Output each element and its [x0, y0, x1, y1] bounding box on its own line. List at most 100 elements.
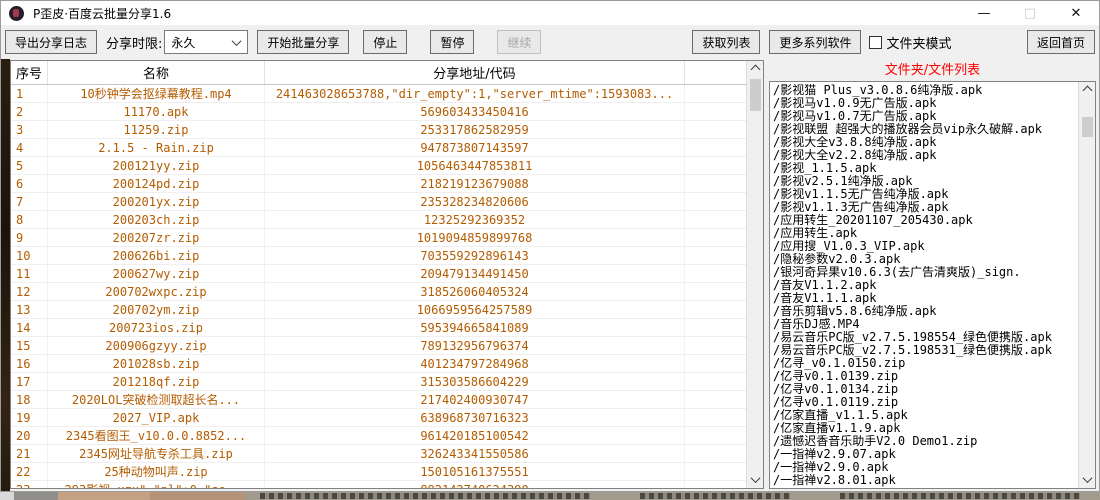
- file-list-scrollbar[interactable]: [1078, 82, 1095, 488]
- table-cell: 401234797284968: [265, 355, 685, 372]
- list-item[interactable]: /影视联盟 超强大的播放器会员vip永久破解.apk: [773, 123, 1078, 136]
- table-cell: 5: [11, 157, 48, 174]
- list-item[interactable]: /影视_1.1.5.apk: [773, 162, 1078, 175]
- file-panel: 文件夹/文件列表 /影视猫 Plus_v3.0.8.6纯净版.apk/影视马v1…: [769, 60, 1096, 489]
- table-row[interactable]: 212345网址导航专杀工具.zip326243341550586: [11, 445, 746, 463]
- close-button[interactable]: ✕: [1053, 1, 1099, 25]
- table-row[interactable]: 192027_VIP.apk638968730716323: [11, 409, 746, 427]
- table-row[interactable]: 9200207zr.zip1019094859899768: [11, 229, 746, 247]
- table-row[interactable]: 16201028sb.zip401234797284968: [11, 355, 746, 373]
- folder-mode-checkbox-wrap[interactable]: 文件夹模式: [869, 33, 951, 52]
- list-item[interactable]: /影视大全v2.2.8纯净版.apk: [773, 149, 1078, 162]
- table-cell: 217402400930747: [265, 391, 685, 408]
- table-row[interactable]: 42.1.5 - Rain.zip947873807143597: [11, 139, 746, 157]
- table-cell: 21: [11, 445, 48, 462]
- table-cell: 8: [11, 211, 48, 228]
- list-item[interactable]: /亿家直播v1.1.9.apk: [773, 422, 1078, 435]
- scroll-down-icon[interactable]: [1079, 471, 1095, 488]
- list-item[interactable]: /影视猫 Plus_v3.0.8.6纯净版.apk: [773, 84, 1078, 97]
- list-item[interactable]: /亿寻_v0.1.0150.zip: [773, 357, 1078, 370]
- table-row[interactable]: 8200203ch.zip12325292369352: [11, 211, 746, 229]
- table-scrollbar[interactable]: [746, 61, 763, 488]
- table-row[interactable]: 11200627wy.zip209479134491450: [11, 265, 746, 283]
- list-item[interactable]: /亿寻v0.1.0119.zip: [773, 396, 1078, 409]
- table-cell: 1: [11, 85, 48, 102]
- table-row[interactable]: 7200201yx.zip235328234820606: [11, 193, 746, 211]
- table-row[interactable]: 13200702ym.zip1066959564257589: [11, 301, 746, 319]
- table-cell: 2020LOL突破检测取超长名...: [48, 391, 265, 408]
- scrollbar-thumb[interactable]: [750, 79, 761, 111]
- list-item[interactable]: /应用转生.apk: [773, 227, 1078, 240]
- share-limit-value: 永久: [171, 34, 195, 51]
- table-row[interactable]: 2225种动物叫声.zip150105161375551: [11, 463, 746, 481]
- list-item[interactable]: /音乐剪辑v5.8.6纯净版.apk: [773, 305, 1078, 318]
- table-row[interactable]: 5200121yy.zip1056463447853811: [11, 157, 746, 175]
- list-item[interactable]: /影视马v1.0.7无广告版.apk: [773, 110, 1078, 123]
- table-row[interactable]: 14200723ios.zip595394665841089: [11, 319, 746, 337]
- list-item[interactable]: /银河奇异果v10.6.3(去广告清爽版)_sign.: [773, 266, 1078, 279]
- list-item[interactable]: /应用转生_20201107_205430.apk: [773, 214, 1078, 227]
- table-cell: 150105161375551: [265, 463, 685, 480]
- list-item[interactable]: /影视v2.5.1纯净版.apk: [773, 175, 1078, 188]
- back-home-button[interactable]: 返回首页: [1027, 30, 1095, 54]
- table-row[interactable]: 182020LOL突破检测取超长名...217402400930747: [11, 391, 746, 409]
- table-row[interactable]: 15200906gzyy.zip789132956796374: [11, 337, 746, 355]
- table-row[interactable]: 211170.apk569603433450416: [11, 103, 746, 121]
- get-list-button[interactable]: 获取列表: [692, 30, 760, 54]
- table-cell: 22: [11, 463, 48, 480]
- stop-button[interactable]: 停止: [363, 30, 407, 54]
- more-software-button[interactable]: 更多系列软件: [769, 30, 861, 54]
- header-code[interactable]: 分享地址/代码: [265, 61, 685, 84]
- table-row[interactable]: 12200702wxpc.zip318526060405324: [11, 283, 746, 301]
- scroll-up-icon[interactable]: [747, 61, 763, 78]
- table-row[interactable]: 6200124pd.zip218219123679088: [11, 175, 746, 193]
- table-row[interactable]: 311259.zip253317862582959: [11, 121, 746, 139]
- table-cell: 1066959564257589: [265, 301, 685, 318]
- maximize-button[interactable]: □: [1007, 1, 1053, 25]
- list-item[interactable]: /影视v1.1.3无广告纯净版.apk: [773, 201, 1078, 214]
- scrollbar-thumb[interactable]: [1082, 117, 1093, 137]
- list-item[interactable]: /音友V1.1.1.apk: [773, 292, 1078, 305]
- list-item[interactable]: /亿家直播_v1.1.5.apk: [773, 409, 1078, 422]
- list-item[interactable]: /影视大全v3.8.8纯净版.apk: [773, 136, 1078, 149]
- export-log-button[interactable]: 导出分享日志: [5, 30, 97, 54]
- list-item[interactable]: /影视马v1.0.9无广告版.apk: [773, 97, 1078, 110]
- share-limit-select[interactable]: 永久: [164, 30, 248, 54]
- list-item[interactable]: /亿寻v0.1.0134.zip: [773, 383, 1078, 396]
- list-item[interactable]: /隐秘参数v2.0.3.apk: [773, 253, 1078, 266]
- list-item[interactable]: /一指禅v2.9.0.apk: [773, 461, 1078, 474]
- table-cell: 4: [11, 139, 48, 156]
- table-cell: 7: [11, 193, 48, 210]
- list-item[interactable]: /音友V1.1.2.apk: [773, 279, 1078, 292]
- list-item[interactable]: /遗憾迟香音乐助手V2.0 Demo1.zip: [773, 435, 1078, 448]
- table-cell: [685, 319, 746, 336]
- list-item[interactable]: /应用搜_V1.0.3_VIP.apk: [773, 240, 1078, 253]
- window-title: P歪皮·百度云批量分享1.6: [33, 5, 171, 22]
- table-row[interactable]: 110秒钟学会抠绿幕教程.mp4241463028653788,"dir_emp…: [11, 85, 746, 103]
- header-seq[interactable]: 序号: [11, 61, 48, 84]
- table-cell: [685, 481, 746, 488]
- table-row[interactable]: 10200626bi.zip703559292896143: [11, 247, 746, 265]
- list-item[interactable]: /易云音乐PC版_v2.7.5.198554_绿色便携版.apk: [773, 331, 1078, 344]
- pause-button[interactable]: 暂停: [430, 30, 474, 54]
- list-item[interactable]: /一指禅v2.9.07.apk: [773, 448, 1078, 461]
- header-name[interactable]: 名称: [48, 61, 265, 84]
- scroll-up-icon[interactable]: [1079, 82, 1095, 99]
- table-cell: [685, 139, 746, 156]
- table-row[interactable]: 202345看图王_v10.0.0.8852...961420185100542: [11, 427, 746, 445]
- start-batch-button[interactable]: 开始批量分享: [257, 30, 349, 54]
- list-item[interactable]: /一指禅v2.8.01.apk: [773, 474, 1078, 487]
- list-item[interactable]: /亿寻v0.1.0139.zip: [773, 370, 1078, 383]
- list-item[interactable]: /音乐DJ感.MP4: [773, 318, 1078, 331]
- table-cell: [685, 337, 746, 354]
- table-row[interactable]: 23293影视 xzx","pl":0,"se...88214274062439…: [11, 481, 746, 488]
- table-cell: 703559292896143: [265, 247, 685, 264]
- table-cell: [685, 193, 746, 210]
- folder-mode-checkbox[interactable]: [869, 36, 882, 49]
- table-cell: 2.1.5 - Rain.zip: [48, 139, 265, 156]
- scroll-down-icon[interactable]: [747, 471, 763, 488]
- list-item[interactable]: /易云音乐PC版_v2.7.5.198531_绿色便携版.apk: [773, 344, 1078, 357]
- table-row[interactable]: 17201218qf.zip315303586604229: [11, 373, 746, 391]
- list-item[interactable]: /影视v1.1.5无广告纯净版.apk: [773, 188, 1078, 201]
- minimize-button[interactable]: —: [961, 1, 1007, 25]
